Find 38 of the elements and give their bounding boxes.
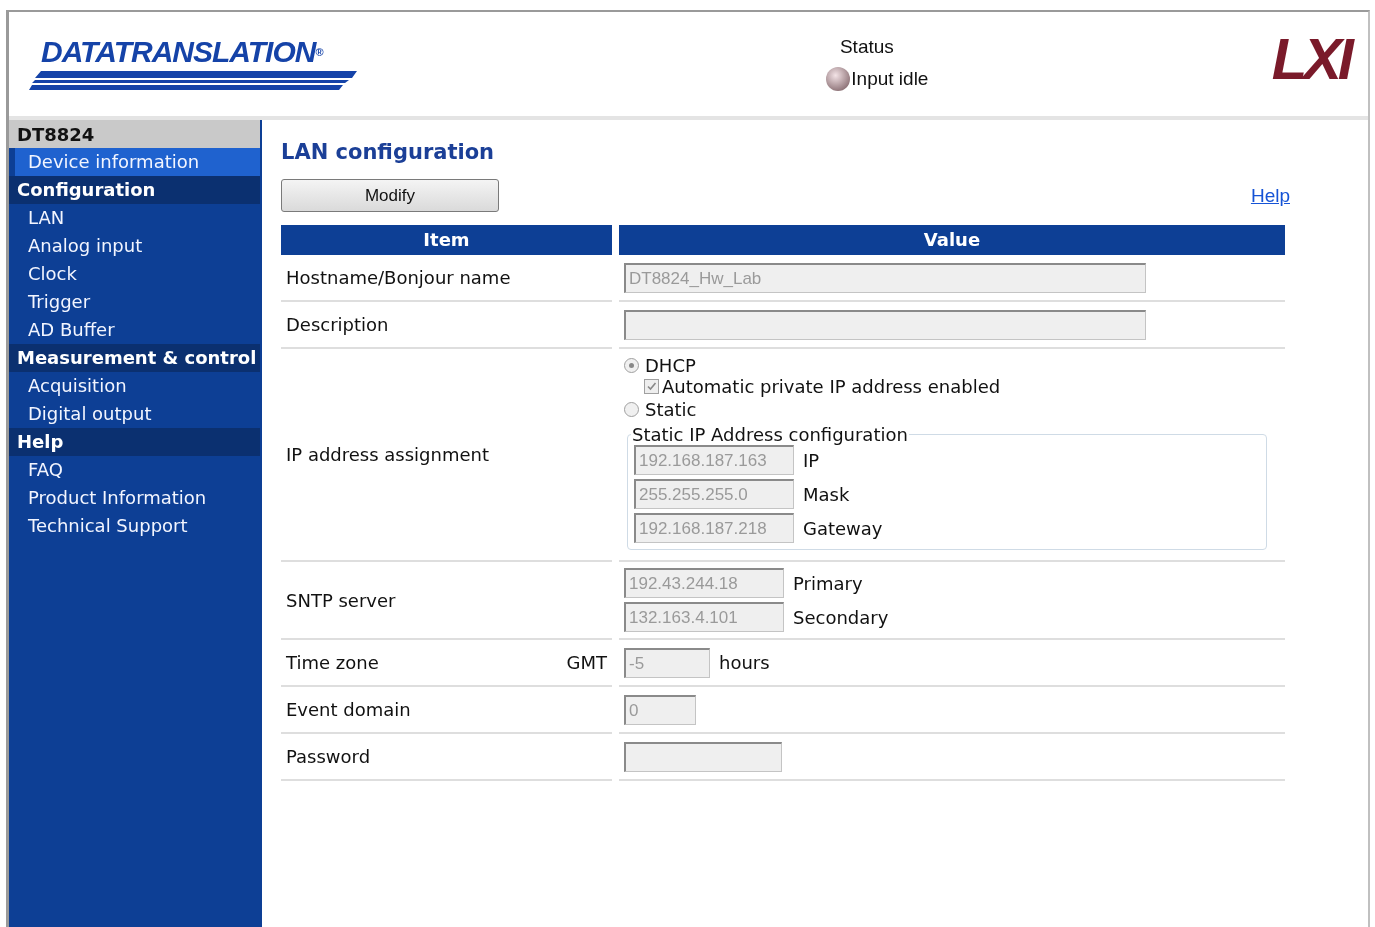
checkbox-label: Automatic private IP address enabled <box>662 376 1001 397</box>
field-label: IP <box>803 449 820 471</box>
item-label: Event domain <box>286 699 411 720</box>
status-text: Input idle <box>851 68 929 90</box>
gmt-label: GMT <box>566 652 607 673</box>
modify-button[interactable]: Modify <box>281 179 499 212</box>
sidebar-item[interactable]: Device information <box>15 148 260 176</box>
column-header: Item <box>281 225 612 255</box>
status-label: Status <box>839 36 894 58</box>
radio-label: Static <box>645 399 697 420</box>
sidebar-section: Measurement & control <box>9 344 260 372</box>
item-label: Hostname/Bonjour name <box>286 267 511 288</box>
item-label: Description <box>286 314 389 335</box>
field-label: Secondary <box>793 606 889 628</box>
item-label: Password <box>286 746 371 767</box>
field-label: Gateway <box>803 517 883 539</box>
text-field[interactable] <box>624 741 782 772</box>
field-label: Mask <box>803 483 850 505</box>
sidebar-title: DT8824 <box>9 120 260 148</box>
radio-button[interactable] <box>624 358 639 373</box>
help-link[interactable]: Help <box>1250 184 1290 207</box>
item-label: IP address assignment <box>286 444 490 465</box>
sidebar-section: Configuration <box>9 176 260 204</box>
column-header: Value <box>619 225 1285 255</box>
status-led-icon <box>825 66 852 92</box>
text-field[interactable] <box>624 309 1146 340</box>
company-logo: DATATRANSLATION® <box>27 37 362 91</box>
fieldset-legend: Static IP Address configuration <box>631 424 909 445</box>
lxi-logo: LXI <box>1271 30 1350 88</box>
item-label: Time zone <box>286 652 379 673</box>
radio-label: DHCP <box>645 355 696 376</box>
field-label: Primary <box>793 572 863 594</box>
radio-button[interactable] <box>624 402 639 417</box>
checkbox[interactable] <box>644 379 659 394</box>
unit-label: hours <box>719 652 770 673</box>
page-title: LAN configuration <box>281 140 496 164</box>
sidebar-section: Help <box>9 428 260 456</box>
item-label: SNTP server <box>286 589 396 611</box>
